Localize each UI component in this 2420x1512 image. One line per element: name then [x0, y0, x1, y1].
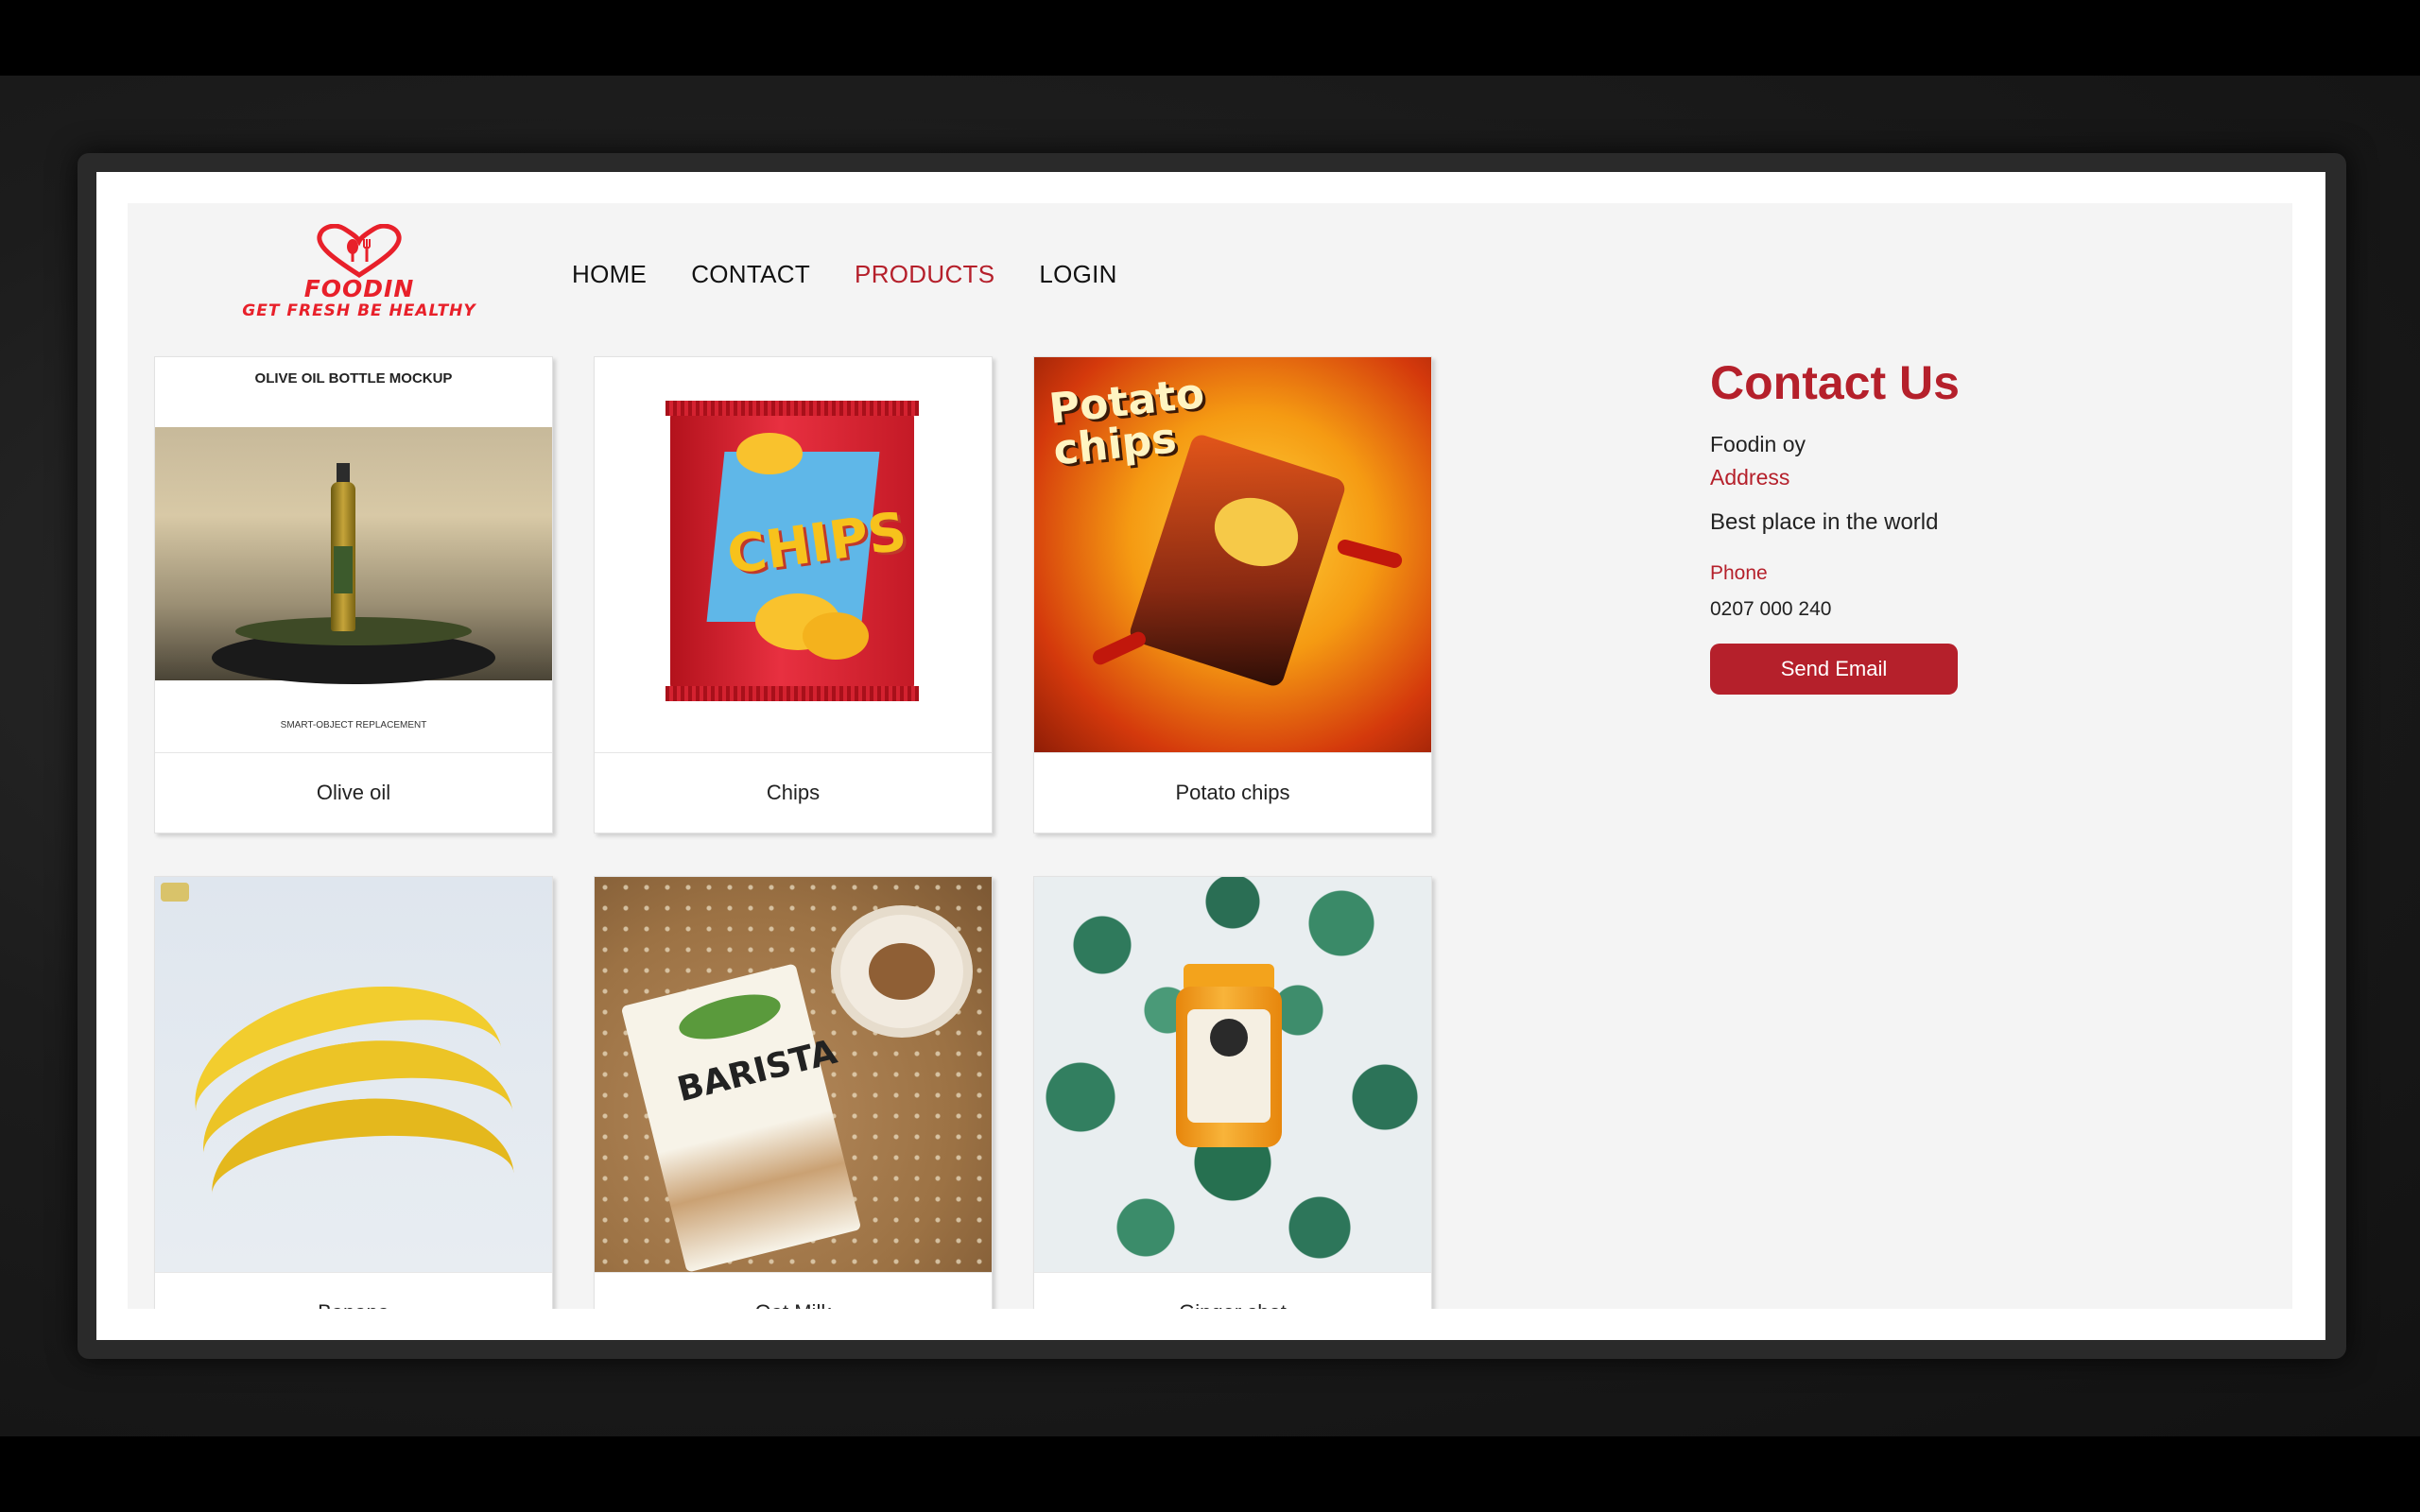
thumbnail-badge-icon [161, 883, 189, 902]
product-name: Chips [766, 781, 821, 804]
olive-mockup-title: OLIVE OIL BOTTLE MOCKUP [254, 370, 453, 387]
product-name: Potato chips [1175, 781, 1290, 804]
address-label: Address [1710, 465, 1790, 490]
product-name: Oat Milk [595, 1273, 992, 1309]
main-nav: HOME CONTACT PRODUCTS LOGIN [572, 260, 1117, 289]
product-card-chips[interactable]: CHIPS Chips [594, 356, 993, 833]
product-name: Ginger shot [1034, 1273, 1431, 1309]
product-name: Banana [155, 1273, 552, 1309]
nav-login[interactable]: LOGIN [1039, 260, 1116, 289]
product-image-potato-chips: Potato chips [1034, 357, 1431, 753]
product-name: Olive oil [316, 781, 391, 804]
product-card-ginger-shot[interactable]: Ginger shot [1033, 876, 1432, 1309]
send-email-button[interactable]: Send Email [1710, 644, 1958, 695]
nav-home[interactable]: HOME [572, 260, 647, 289]
product-image-banana [155, 877, 552, 1273]
page: FOODIN GET FRESH BE HEALTHY HOME CONTACT… [128, 203, 2292, 1309]
company-name: Foodin oy [1710, 432, 1806, 456]
product-image-chips: CHIPS [595, 357, 992, 753]
product-card-banana[interactable]: Banana [154, 876, 553, 1309]
phone-value: 0207 000 240 [1710, 598, 1832, 620]
contact-title: Contact Us [1710, 356, 1960, 409]
product-card-olive-oil[interactable]: OLIVE OIL BOTTLE MOCKUP SMART-OBJECT REP… [154, 356, 553, 833]
brand-tagline: GET FRESH BE HEALTHY [242, 301, 476, 320]
contact-section: Contact Us Foodin oy Address Best place … [1710, 354, 2183, 695]
potato-chips-ad-text: Potato chips [1046, 369, 1207, 475]
olive-mockup-subtitle: SMART-OBJECT REPLACEMENT [280, 720, 427, 730]
phone-label: Phone [1710, 562, 1768, 584]
product-card-potato-chips[interactable]: Potato chips Potato chips [1033, 356, 1432, 833]
nav-contact[interactable]: CONTACT [691, 260, 810, 289]
browser-viewport: FOODIN GET FRESH BE HEALTHY HOME CONTACT… [96, 172, 2325, 1340]
heart-logo-icon [317, 224, 402, 278]
nav-products[interactable]: PRODUCTS [855, 260, 994, 289]
brand-name: FOODIN [303, 275, 415, 302]
logo[interactable]: FOODIN GET FRESH BE HEALTHY [241, 224, 477, 328]
address-value: Best place in the world [1710, 509, 1939, 535]
product-card-oat-milk[interactable]: BARISTA Oat Milk [594, 876, 993, 1309]
product-image-olive-oil: OLIVE OIL BOTTLE MOCKUP SMART-OBJECT REP… [155, 357, 552, 753]
product-image-oat-milk: BARISTA [595, 877, 992, 1273]
product-image-ginger-shot [1034, 877, 1431, 1273]
